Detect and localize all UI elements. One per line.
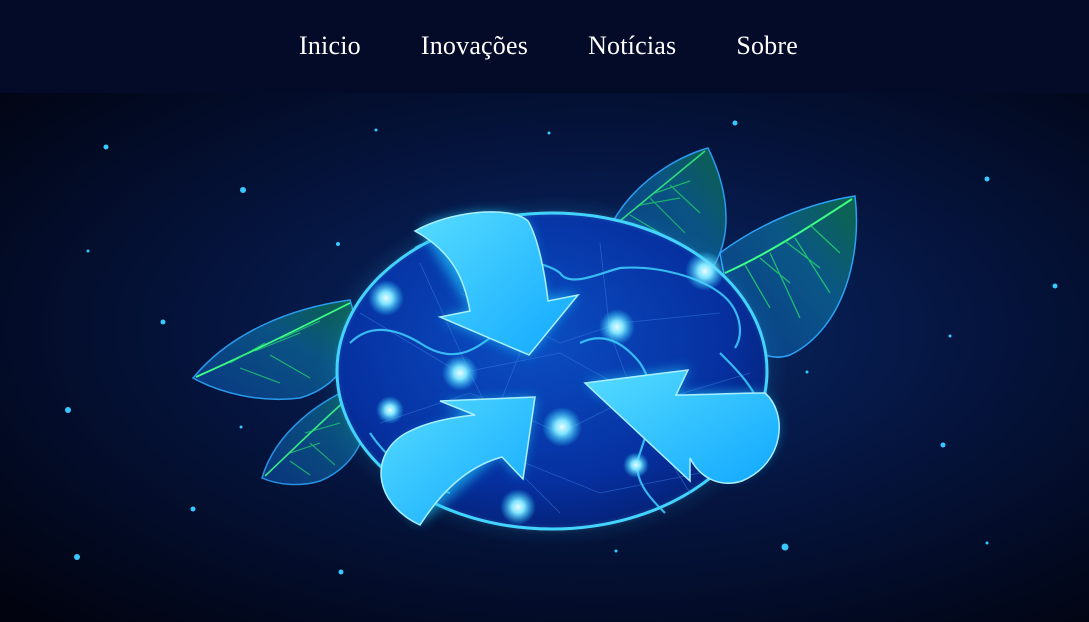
nav-link-noticias[interactable]: Notícias [588,31,676,60]
top-navigation-bar: Inicio Inovações Notícias Sobre [0,0,1089,93]
nav-link-inicio[interactable]: Inicio [299,31,361,60]
nav-item-inovacoes: Inovações [421,31,528,61]
recycling-globe-illustration [0,93,1089,622]
nav-link-sobre[interactable]: Sobre [736,31,798,60]
nav-link-inovacoes[interactable]: Inovações [421,31,528,60]
nav-item-inicio: Inicio [299,31,361,61]
hero-banner [0,93,1089,622]
nav-menu: Inicio Inovações Notícias Sobre [299,31,798,61]
nav-item-sobre: Sobre [736,31,798,61]
nav-item-noticias: Notícias [588,31,676,61]
